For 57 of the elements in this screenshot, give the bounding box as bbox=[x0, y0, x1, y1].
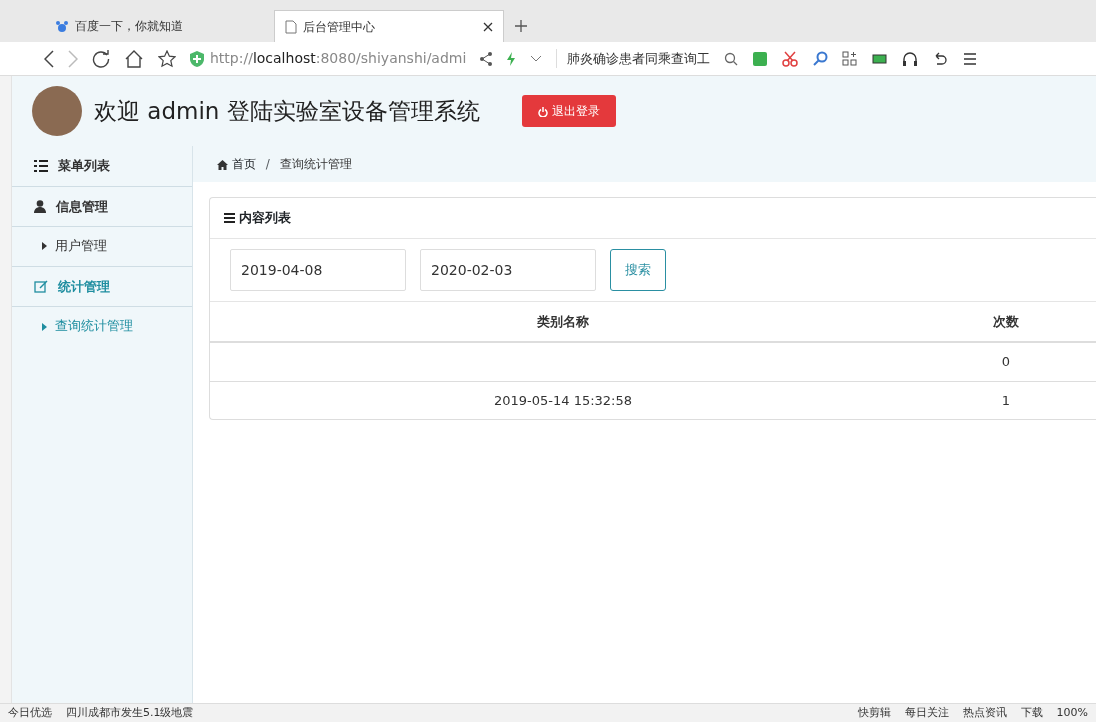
caret-icon bbox=[42, 322, 47, 331]
breadcrumb-separator: / bbox=[265, 156, 270, 173]
chevron-icon[interactable] bbox=[530, 54, 543, 63]
magnifier-icon[interactable] bbox=[812, 50, 829, 67]
date-field[interactable]: 2020-02-03 bbox=[420, 248, 596, 291]
column-header: 类别名称 bbox=[210, 301, 916, 342]
reload-icon[interactable] bbox=[92, 49, 110, 68]
breadcrumb-item: 查询统计管理 bbox=[279, 156, 352, 173]
breadcrumb-link[interactable]: 首页 bbox=[217, 155, 256, 173]
browser-tab[interactable]: 百度一下，你就知道 bbox=[44, 10, 274, 42]
search-icon[interactable] bbox=[724, 51, 739, 66]
logout-button[interactable]: 退出登录 bbox=[521, 95, 616, 127]
status-item[interactable]: 下载 bbox=[1020, 704, 1043, 722]
plus-icon[interactable] bbox=[514, 19, 528, 33]
lightning-icon[interactable] bbox=[506, 51, 517, 66]
date-field[interactable]: 2019-04-08 bbox=[230, 248, 406, 291]
edit-icon bbox=[34, 280, 48, 293]
page-title: 欢迎 admin 登陆实验室设备管理系统 bbox=[94, 96, 480, 126]
menu-group[interactable]: 信息管理 bbox=[12, 186, 192, 227]
table-cell: 1 bbox=[1001, 392, 1011, 408]
home-icon bbox=[217, 159, 228, 170]
table-cell: 0 bbox=[1001, 354, 1011, 369]
search-field[interactable]: 肺炎确诊患者同乘查询工 bbox=[556, 48, 711, 69]
list-icon bbox=[34, 159, 48, 172]
status-item[interactable]: 快剪辑 bbox=[857, 704, 891, 722]
zoom-level[interactable]: 100% bbox=[1056, 704, 1088, 722]
share-icon[interactable] bbox=[480, 51, 493, 66]
address-bar[interactable]: http://localhost:8080/shiyanshi/admi bbox=[190, 48, 467, 69]
column-header: 次数 bbox=[916, 301, 1096, 342]
close-icon[interactable] bbox=[483, 21, 493, 32]
status-item[interactable]: 四川成都市发生5.1级地震 bbox=[66, 704, 194, 722]
menu-icon[interactable] bbox=[962, 50, 979, 67]
menu-icon bbox=[224, 212, 235, 223]
table-cell: 2019-05-14 15:32:58 bbox=[493, 392, 633, 408]
status-item[interactable]: 今日优选 bbox=[8, 704, 52, 722]
power-icon bbox=[537, 106, 548, 117]
avatar bbox=[32, 86, 82, 136]
user-icon bbox=[34, 199, 46, 213]
star-icon[interactable] bbox=[158, 49, 176, 68]
menu-group[interactable]: 统计管理 bbox=[12, 266, 192, 308]
scissors-icon[interactable] bbox=[782, 50, 799, 67]
status-item[interactable]: 每日关注 bbox=[904, 704, 949, 722]
search-button[interactable]: 搜索 bbox=[610, 248, 666, 291]
headphones-icon[interactable] bbox=[902, 50, 919, 67]
shield-icon bbox=[190, 51, 204, 67]
apps-icon[interactable] bbox=[842, 50, 859, 67]
panel-title: 内容列表 bbox=[239, 209, 291, 227]
caret-icon bbox=[42, 242, 47, 251]
status-item[interactable]: 热点资讯 bbox=[962, 704, 1007, 722]
back-icon[interactable] bbox=[44, 49, 54, 68]
menu-item[interactable]: 用户管理 bbox=[12, 227, 192, 267]
home-icon[interactable] bbox=[124, 49, 144, 68]
browser-tab[interactable]: 后台管理中心 bbox=[274, 10, 504, 42]
address-text: http://localhost:8080/shiyanshi/admi bbox=[210, 50, 467, 66]
menu-item[interactable]: 查询统计管理 bbox=[12, 307, 192, 346]
sidebar-title: 菜单列表 bbox=[58, 157, 110, 175]
page-icon bbox=[285, 19, 297, 34]
